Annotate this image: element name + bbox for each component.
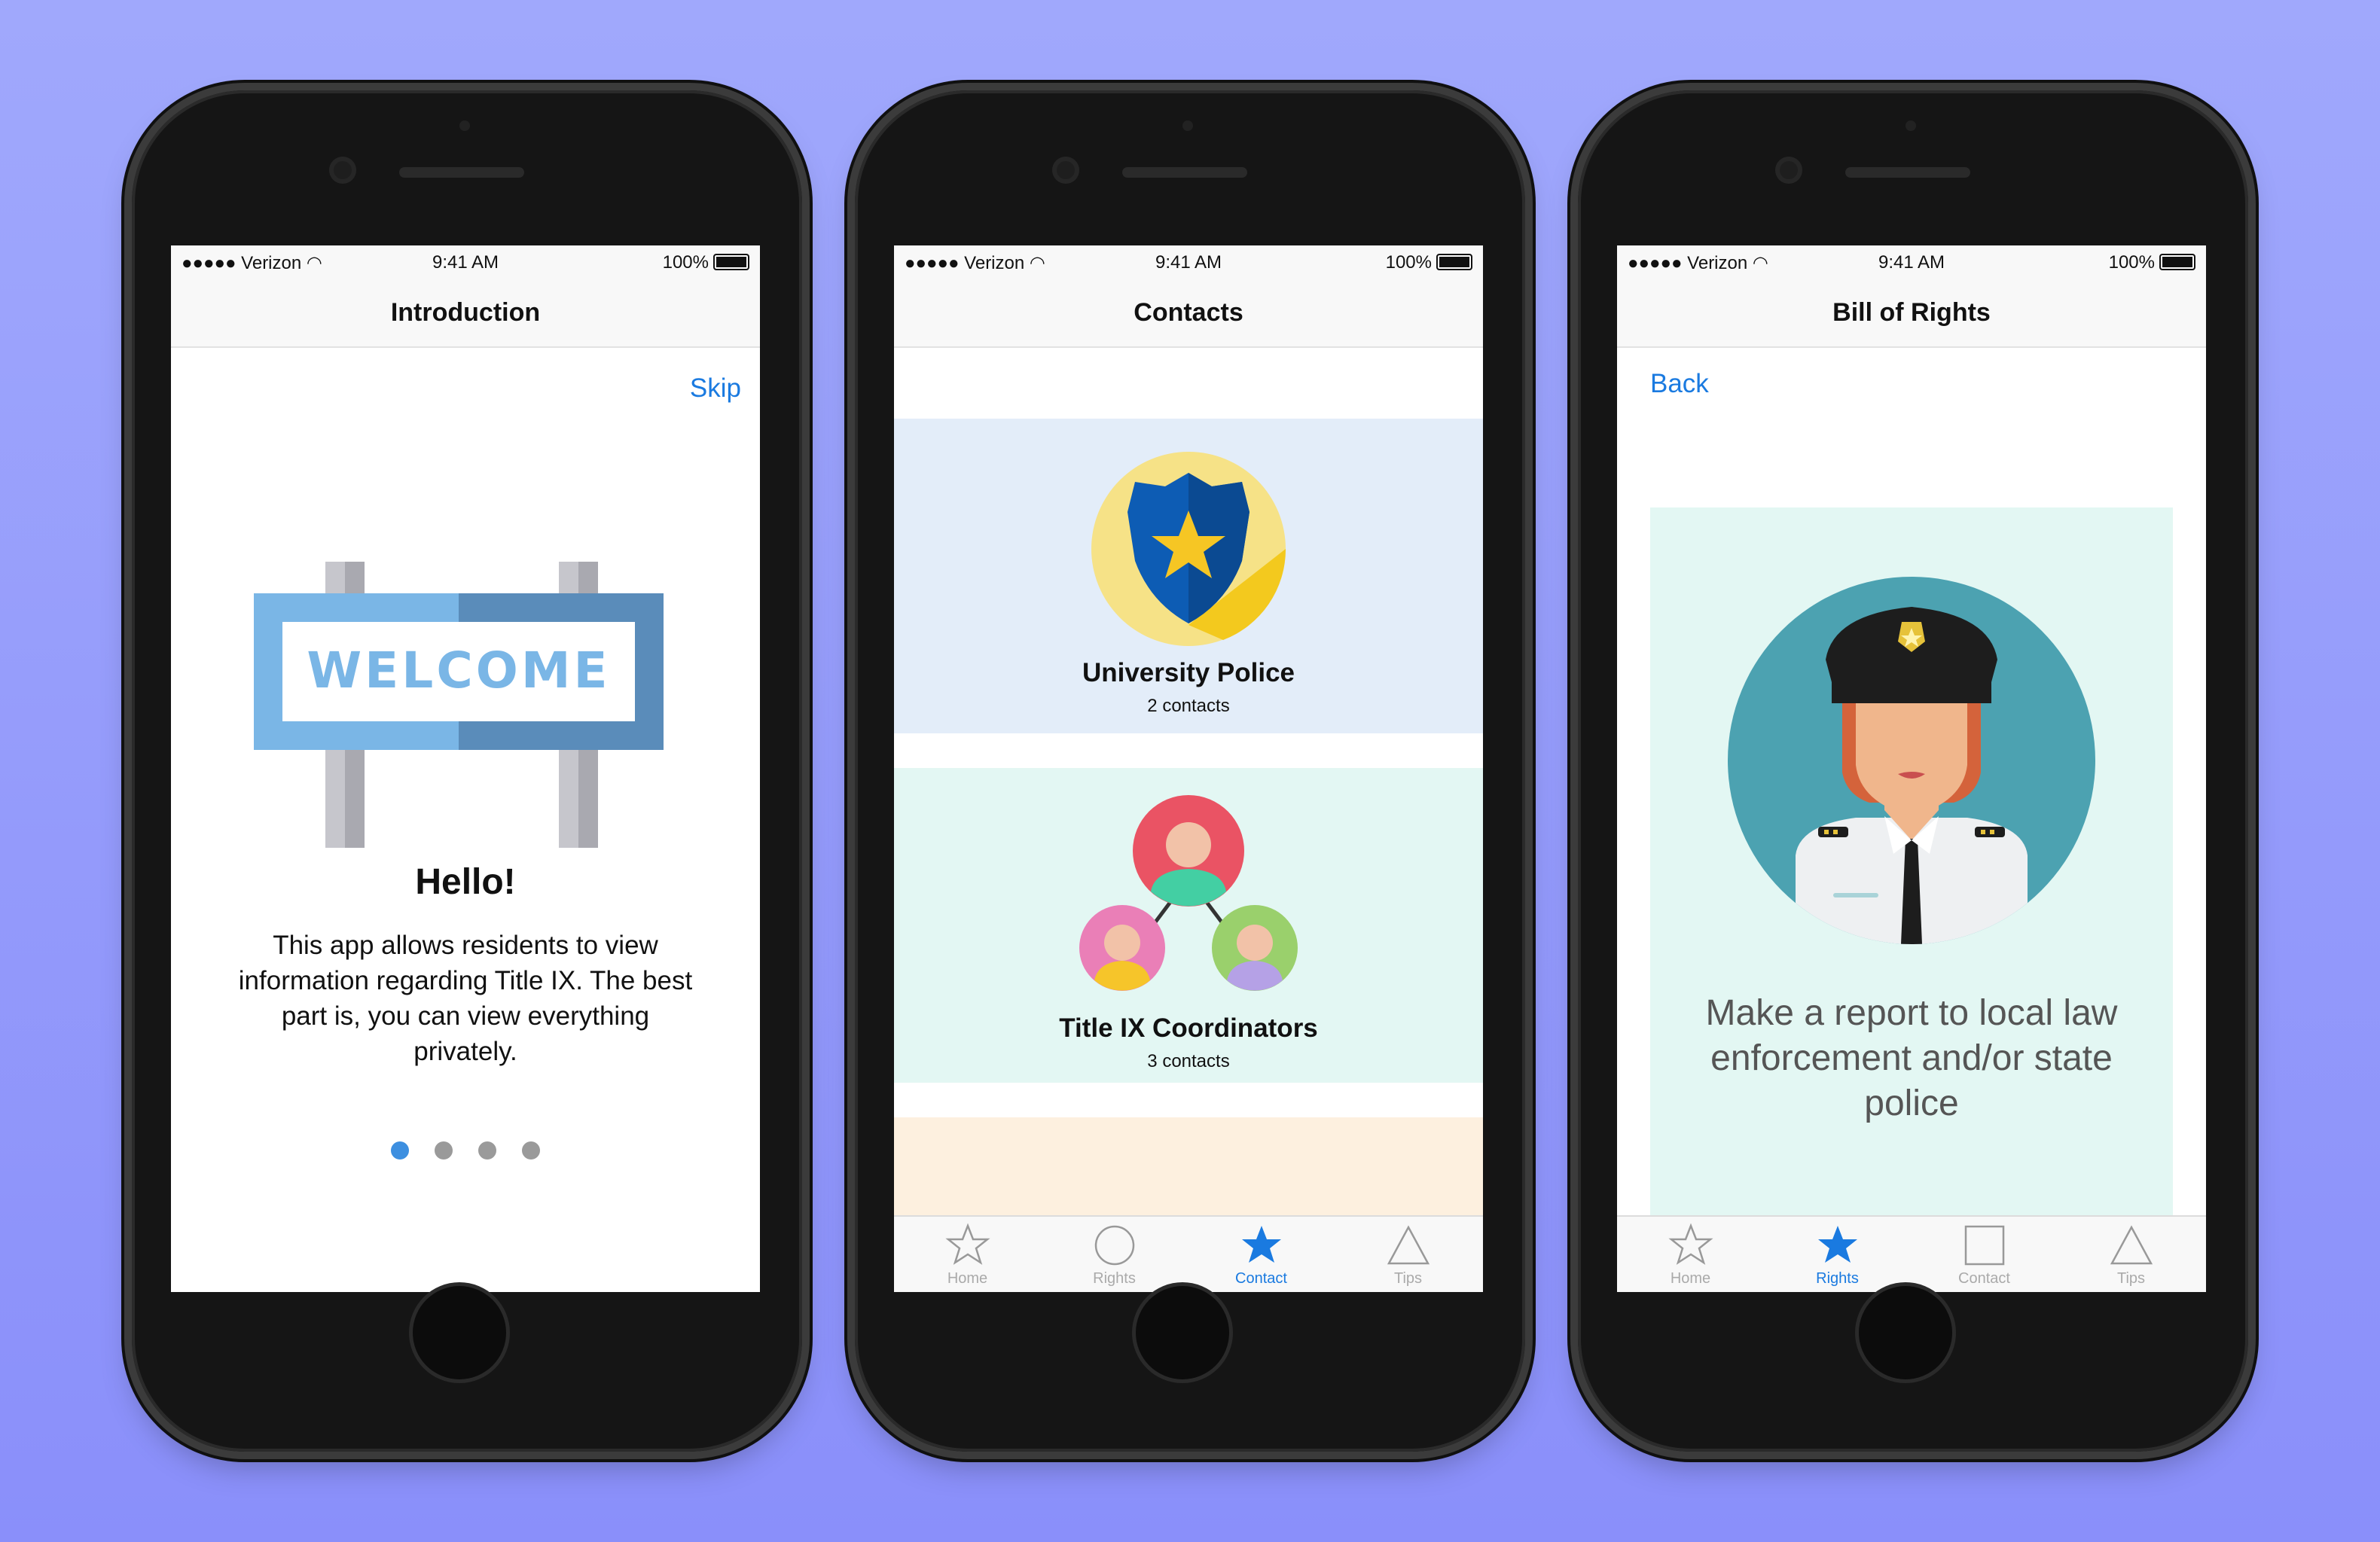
status-bar: ●●●●● Verizon ◠ 9:41 AM 100%: [171, 245, 760, 280]
sensor: [459, 120, 470, 131]
phone-introduction: ●●●●● Verizon ◠ 9:41 AM 100% Introductio…: [132, 90, 802, 1452]
rights-card: Make a report to local law enforcement a…: [1650, 507, 2173, 1215]
tab-contact[interactable]: Contact: [1188, 1217, 1335, 1292]
contact-card-count: 2 contacts: [1147, 696, 1230, 716]
tab-rights[interactable]: Rights: [1764, 1217, 1911, 1292]
battery-status: 100%: [1386, 252, 1472, 273]
battery-status: 100%: [663, 252, 749, 273]
speaker: [1845, 167, 1970, 178]
contact-card-title: University Police: [1082, 658, 1295, 687]
tab-label: Contact: [1958, 1270, 2010, 1287]
screen-introduction: ●●●●● Verizon ◠ 9:41 AM 100% Introductio…: [171, 245, 760, 1292]
tab-label: Home: [947, 1270, 988, 1287]
status-bar: ●●●●● Verizon ◠ 9:41 AM 100%: [894, 245, 1483, 280]
phone-contacts: ●●●●● Verizon ◠ 9:41 AM 100% Contacts Un…: [855, 90, 1525, 1452]
battery-percent: 100%: [1385, 252, 1432, 273]
square-outline-icon: [1964, 1225, 2004, 1266]
tab-label: Tips: [1393, 1270, 1423, 1287]
star-filled-icon: [1817, 1226, 1857, 1263]
tab-label: Tips: [2116, 1270, 2146, 1287]
tab-label: Home: [1670, 1270, 1711, 1287]
navigation-bar: Contacts: [894, 280, 1483, 348]
navigation-bar: Bill of Rights: [1617, 280, 2206, 348]
front-camera: [1775, 157, 1802, 184]
contact-card-title: Title IX Coordinators: [1059, 1013, 1318, 1043]
navigation-bar: Introduction: [171, 280, 760, 348]
intro-body: This app allows residents to view inform…: [238, 931, 693, 1066]
page-dot[interactable]: [478, 1141, 496, 1160]
tab-contact[interactable]: Contact: [1911, 1217, 2058, 1292]
battery-icon: [2159, 254, 2195, 270]
contact-card-count: 3 contacts: [1147, 1051, 1230, 1071]
tab-bar: Home Rights Contact Tips: [894, 1215, 1483, 1292]
battery-percent: 100%: [662, 252, 709, 273]
battery-icon: [713, 254, 749, 270]
tab-label: Rights: [1816, 1270, 1859, 1287]
contact-card-title-ix-coordinators[interactable]: Title IX Coordinators 3 contacts: [894, 768, 1483, 1083]
star-outline-icon: [1668, 1223, 1713, 1265]
speaker: [1122, 167, 1247, 178]
tab-rights[interactable]: Rights: [1041, 1217, 1188, 1292]
skip-button[interactable]: Skip: [690, 373, 741, 404]
intro-heading: Hello!: [415, 862, 516, 902]
front-camera: [1052, 157, 1079, 184]
tab-home[interactable]: Home: [894, 1217, 1041, 1292]
tab-label: Contact: [1235, 1270, 1287, 1287]
front-camera: [329, 157, 356, 184]
page-title: Contacts: [1134, 298, 1243, 327]
group-people-icon: [1079, 795, 1298, 991]
home-button[interactable]: [413, 1286, 506, 1379]
sensor: [1906, 120, 1916, 131]
battery-percent: 100%: [2108, 252, 2155, 273]
tab-label: Rights: [1093, 1270, 1136, 1287]
star-filled-icon: [1241, 1226, 1281, 1263]
page-dot[interactable]: [435, 1141, 453, 1160]
tab-home[interactable]: Home: [1617, 1217, 1764, 1292]
star-outline-icon: [944, 1223, 990, 1265]
page-indicator[interactable]: [171, 1141, 760, 1163]
battery-icon: [1436, 254, 1472, 270]
sign-text: WELCOME: [307, 641, 610, 699]
screen-bill-of-rights: ●●●●● Verizon ◠ 9:41 AM 100% Bill of Rig…: [1617, 245, 2206, 1292]
contact-card-university-police[interactable]: University Police 2 contacts: [894, 419, 1483, 733]
circle-outline-icon: [1094, 1225, 1134, 1266]
tab-tips[interactable]: Tips: [2058, 1217, 2205, 1292]
sensor: [1182, 120, 1193, 131]
tab-bar: Home Rights Contact Tips: [1617, 1215, 2206, 1292]
welcome-sign-illustration: WELCOME: [254, 562, 664, 848]
battery-status: 100%: [2109, 252, 2195, 273]
page-dot-active[interactable]: [391, 1141, 409, 1160]
home-button[interactable]: [1859, 1286, 1952, 1379]
home-button[interactable]: [1136, 1286, 1229, 1379]
rights-caption: Make a report to local law enforcement a…: [1705, 993, 2118, 1123]
tab-tips[interactable]: Tips: [1335, 1217, 1481, 1292]
speaker: [399, 167, 524, 178]
police-badge-icon: [1091, 452, 1286, 646]
status-bar: ●●●●● Verizon ◠ 9:41 AM 100%: [1617, 245, 2206, 280]
police-officer-illustration: [1728, 577, 2095, 944]
screen-contacts: ●●●●● Verizon ◠ 9:41 AM 100% Contacts Un…: [894, 245, 1483, 1292]
page-dot[interactable]: [522, 1141, 540, 1160]
phone-bill-of-rights: ●●●●● Verizon ◠ 9:41 AM 100% Bill of Rig…: [1578, 90, 2248, 1452]
triangle-outline-icon: [1387, 1225, 1430, 1265]
page-title: Bill of Rights: [1832, 298, 1991, 327]
page-title: Introduction: [390, 298, 541, 327]
triangle-outline-icon: [2110, 1225, 2153, 1265]
back-button[interactable]: Back: [1650, 369, 1709, 399]
